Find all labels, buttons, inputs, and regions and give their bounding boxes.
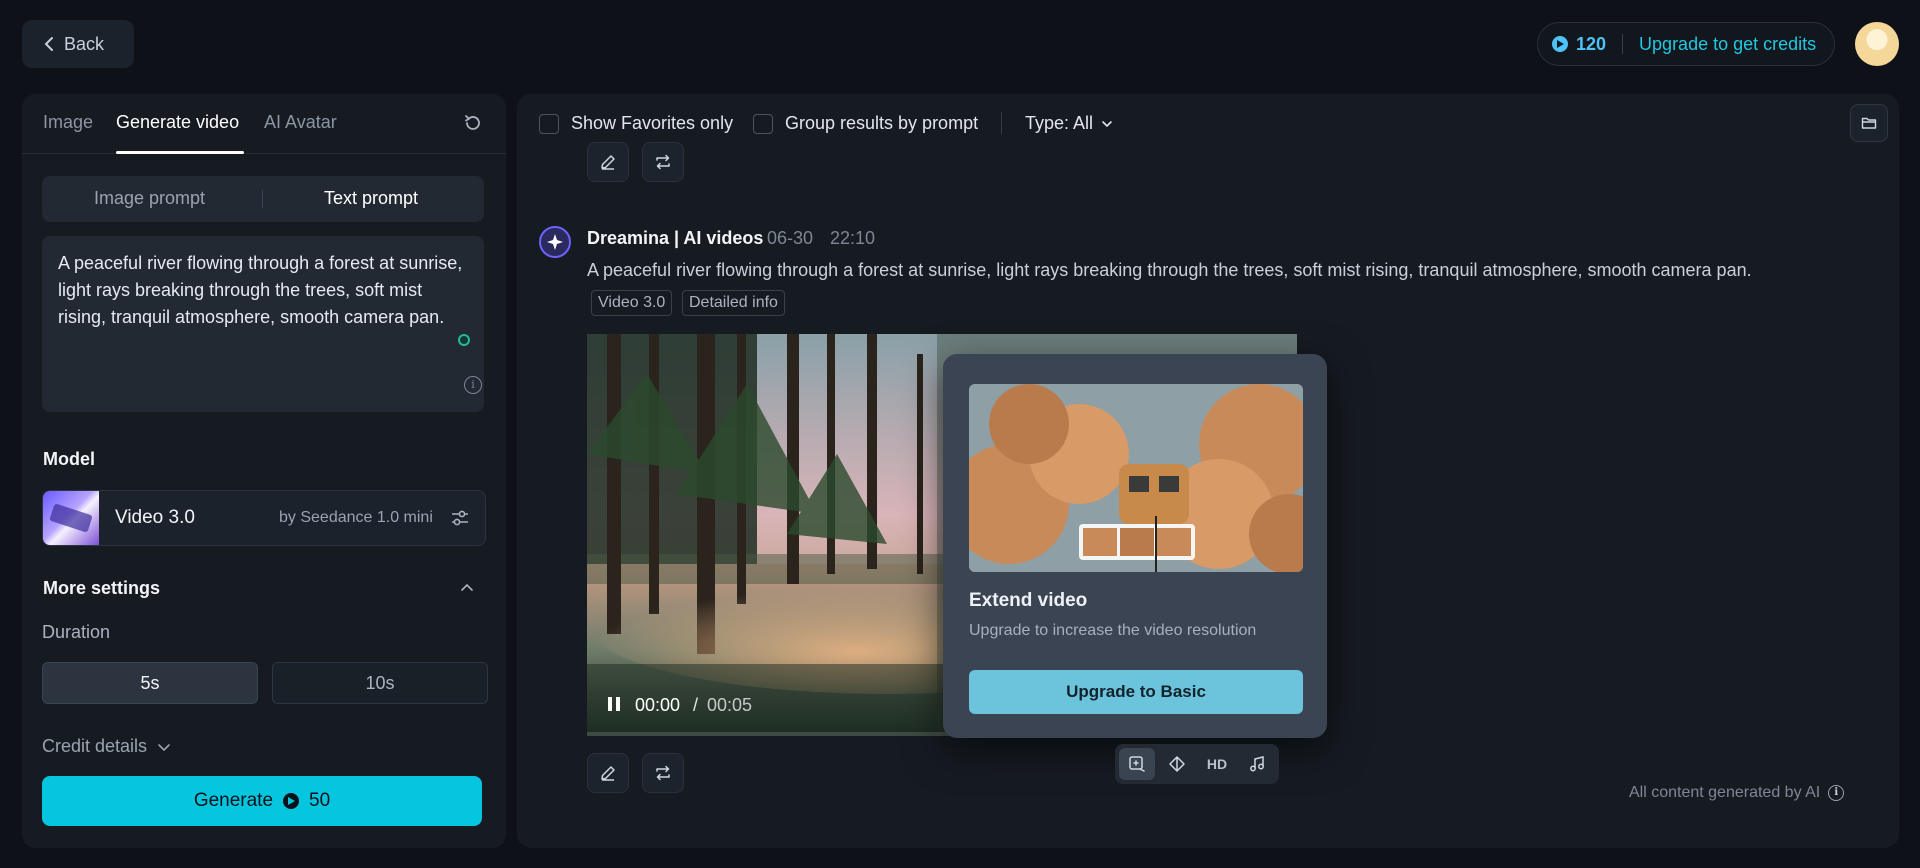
interpolate-icon bbox=[1169, 756, 1185, 772]
duration-5s-button[interactable]: 5s bbox=[42, 662, 258, 704]
popover-subtitle: Upgrade to increase the video resolution bbox=[969, 622, 1257, 639]
model-selector[interactable]: Video 3.0 by Seedance 1.0 mini bbox=[42, 490, 486, 546]
audio-button[interactable] bbox=[1239, 748, 1275, 780]
cursor-indicator bbox=[458, 334, 470, 346]
more-settings-label[interactable]: More settings bbox=[43, 578, 160, 599]
hd-icon: HD bbox=[1206, 756, 1228, 772]
sliders-icon[interactable] bbox=[449, 507, 471, 529]
reset-icon[interactable] bbox=[462, 112, 484, 134]
edit-icon bbox=[601, 155, 615, 170]
edit-button[interactable] bbox=[587, 753, 629, 793]
chevron-left-icon bbox=[44, 37, 53, 51]
agent-name: Dreamina | AI videos bbox=[587, 228, 764, 248]
model-label: Model bbox=[43, 449, 95, 469]
filter-bar: Show Favorites only Group results by pro… bbox=[517, 94, 1899, 152]
generate-button[interactable]: Generate 50 bbox=[42, 776, 482, 826]
group-checkbox[interactable] bbox=[753, 114, 773, 134]
credit-details-toggle[interactable]: Credit details bbox=[42, 736, 171, 757]
chevron-down-icon bbox=[158, 743, 170, 751]
tab-generate-video[interactable]: Generate video bbox=[116, 112, 239, 133]
video-toolbar: HD bbox=[1115, 744, 1279, 784]
edit-button[interactable] bbox=[587, 142, 629, 182]
avatar[interactable] bbox=[1855, 22, 1899, 66]
folder-icon bbox=[1861, 117, 1877, 129]
active-tab-indicator bbox=[116, 151, 244, 154]
back-label: Back bbox=[64, 33, 105, 54]
model-thumbnail bbox=[43, 491, 99, 545]
divider bbox=[1622, 34, 1624, 54]
credit-details-label: Credit details bbox=[42, 736, 148, 756]
prompt-text: A peaceful river flowing through a fores… bbox=[58, 253, 463, 327]
chevron-up-icon[interactable] bbox=[460, 580, 474, 594]
result-time: 22:10 bbox=[830, 228, 876, 248]
group-label[interactable]: Group results by prompt bbox=[785, 113, 978, 134]
prompt-textarea[interactable]: A peaceful river flowing through a fores… bbox=[42, 236, 484, 412]
tab-image[interactable]: Image bbox=[43, 112, 93, 133]
divider bbox=[1001, 112, 1002, 134]
regenerate-button[interactable] bbox=[642, 142, 684, 182]
hd-button[interactable]: HD bbox=[1199, 748, 1235, 780]
chevron-down-icon bbox=[1102, 120, 1112, 127]
video-current-time: 00:00 bbox=[635, 695, 681, 715]
edit-icon bbox=[601, 766, 615, 781]
result-prompt[interactable]: A peaceful river flowing through a fores… bbox=[587, 260, 1752, 281]
music-icon bbox=[1250, 756, 1264, 772]
image-prompt-option[interactable]: Image prompt bbox=[94, 188, 205, 209]
upgrade-credits-link[interactable]: Upgrade to get credits bbox=[1639, 34, 1816, 55]
ai-content-note-text: All content generated by AI bbox=[1629, 784, 1821, 801]
detailed-info-tag[interactable]: Detailed info bbox=[682, 290, 785, 316]
results-panel: Show Favorites only Group results by pro… bbox=[517, 94, 1899, 848]
mode-tabs: Image Generate video AI Avatar bbox=[22, 94, 506, 154]
divider bbox=[262, 190, 263, 208]
folder-button[interactable] bbox=[1850, 104, 1888, 142]
credit-coin-icon bbox=[1552, 36, 1568, 52]
pause-icon[interactable] bbox=[607, 696, 621, 712]
dreamina-logo bbox=[539, 226, 571, 258]
text-prompt-option[interactable]: Text prompt bbox=[324, 188, 418, 209]
type-filter-label: Type: All bbox=[1025, 113, 1094, 133]
video-time-separator: / bbox=[693, 695, 699, 715]
duration-10s-button[interactable]: 10s bbox=[272, 662, 488, 704]
tab-ai-avatar[interactable]: AI Avatar bbox=[264, 112, 337, 133]
regenerate-icon bbox=[656, 154, 670, 170]
generate-label: Generate bbox=[193, 790, 274, 811]
info-icon[interactable]: i bbox=[464, 376, 482, 394]
favorites-checkbox[interactable] bbox=[539, 114, 559, 134]
info-icon[interactable]: i bbox=[1828, 785, 1845, 801]
duration-label: Duration bbox=[42, 622, 111, 642]
upgrade-to-basic-button[interactable]: Upgrade to Basic bbox=[969, 670, 1303, 714]
credit-coin-icon bbox=[283, 793, 300, 809]
generation-panel: Image Generate video AI Avatar Image pro… bbox=[22, 94, 506, 848]
credits-pill[interactable]: 120 Upgrade to get credits bbox=[1537, 22, 1835, 66]
model-tag[interactable]: Video 3.0 bbox=[591, 290, 673, 316]
model-name: Video 3.0 bbox=[115, 507, 195, 528]
extend-icon bbox=[1129, 756, 1145, 772]
type-filter-dropdown[interactable]: Type: All bbox=[1025, 113, 1113, 134]
favorites-label[interactable]: Show Favorites only bbox=[571, 113, 733, 134]
extend-video-illustration bbox=[969, 384, 1303, 572]
credits-count: 120 bbox=[1576, 33, 1607, 54]
sparkle-icon bbox=[547, 234, 563, 250]
generate-cost: 50 bbox=[309, 790, 331, 811]
model-provider: by Seedance 1.0 mini bbox=[279, 509, 433, 526]
popover-title: Extend video bbox=[969, 590, 1088, 611]
back-button[interactable]: Back bbox=[22, 20, 134, 68]
interpolate-button[interactable] bbox=[1159, 748, 1195, 780]
train-illustration bbox=[969, 384, 1303, 572]
extend-button[interactable] bbox=[1119, 748, 1155, 780]
video-total-time: 00:05 bbox=[707, 695, 753, 715]
result-date: 06-30 bbox=[767, 228, 814, 248]
regenerate-icon bbox=[656, 765, 670, 781]
regenerate-button[interactable] bbox=[642, 753, 684, 793]
extend-video-popover: Extend video Upgrade to increase the vid… bbox=[943, 354, 1327, 738]
ai-content-note: All content generated by AI i bbox=[1629, 784, 1845, 802]
prompt-mode-switch: Image prompt Text prompt bbox=[42, 176, 484, 222]
